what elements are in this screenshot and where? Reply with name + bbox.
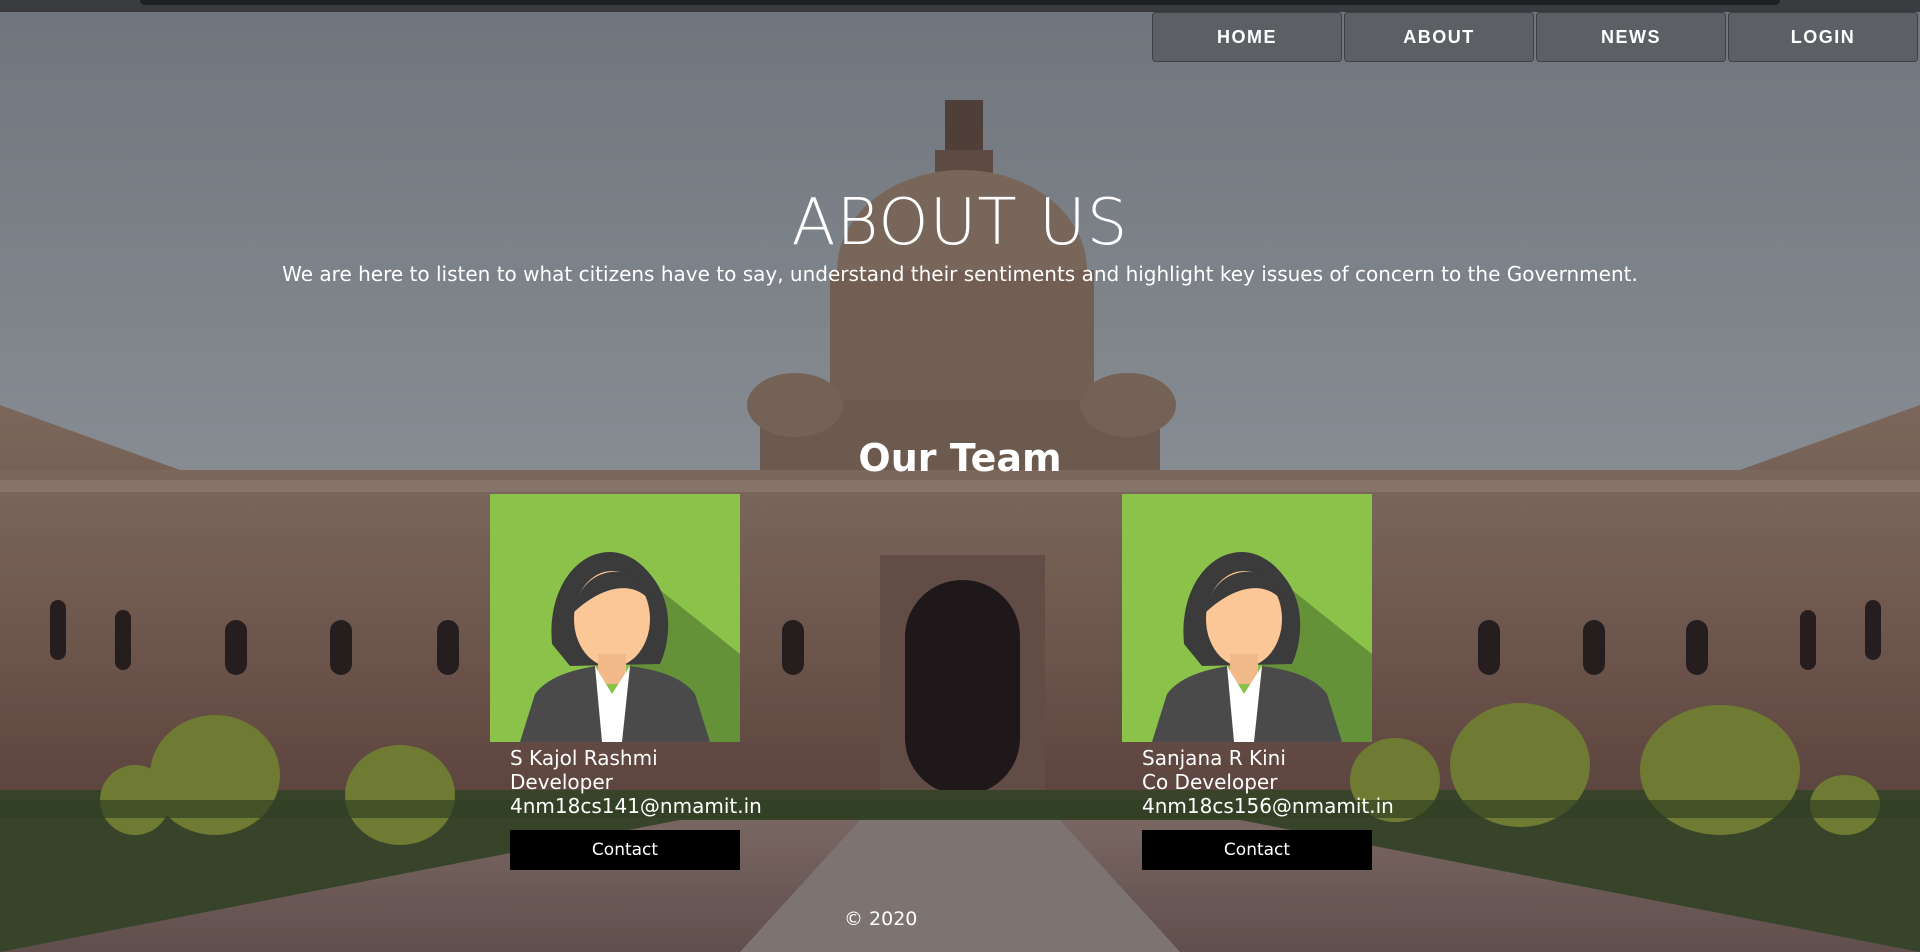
member-info: Sanjana R Kini Co Developer 4nm18cs156@n… — [1122, 746, 1462, 818]
member-role: Co Developer — [1142, 770, 1278, 794]
team-member-card: S Kajol Rashmi Developer 4nm18cs141@nmam… — [490, 494, 762, 870]
contact-button[interactable]: Contact — [510, 830, 740, 870]
nav-home-link[interactable]: HOME — [1152, 12, 1342, 62]
member-name: Sanjana R Kini — [1142, 746, 1286, 770]
page-subtitle: We are here to listen to what citizens h… — [282, 262, 1638, 286]
member-info: S Kajol Rashmi Developer 4nm18cs141@nmam… — [490, 746, 830, 818]
team-heading: Our Team — [858, 436, 1062, 480]
member-role: Developer — [510, 770, 613, 794]
team-member-card: Sanjana R Kini Co Developer 4nm18cs156@n… — [1122, 494, 1394, 870]
nav-login-link[interactable]: LOGIN — [1728, 12, 1918, 62]
member-email: 4nm18cs156@nmamit.in — [1142, 794, 1394, 818]
browser-top-strip — [0, 0, 1920, 12]
nav-about-link[interactable]: ABOUT — [1344, 12, 1534, 62]
contact-button[interactable]: Contact — [1142, 830, 1372, 870]
member-name: S Kajol Rashmi — [510, 746, 658, 770]
page-title: ABOUT US — [791, 186, 1129, 260]
member-email: 4nm18cs141@nmamit.in — [510, 794, 762, 818]
footer-copyright: © 2020 — [844, 908, 918, 930]
nav-news-link[interactable]: NEWS — [1536, 12, 1726, 62]
female-avatar-icon — [490, 494, 740, 742]
female-avatar-icon — [1122, 494, 1372, 742]
top-navigation: HOME ABOUT NEWS LOGIN — [1152, 12, 1920, 62]
